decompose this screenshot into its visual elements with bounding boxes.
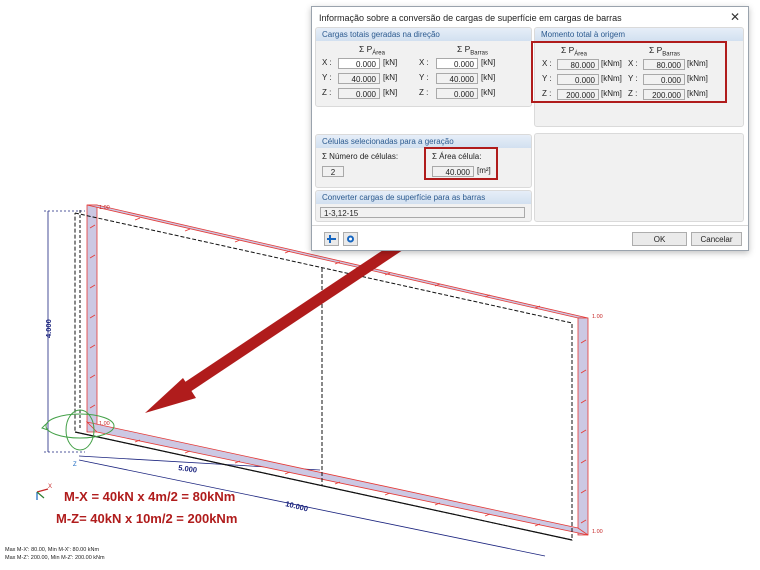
- dialog-title: Informação sobre a conversão de cargas d…: [319, 13, 622, 23]
- cell-count-field[interactable]: 2: [322, 166, 344, 177]
- total-x-area-field[interactable]: 0.000: [338, 58, 380, 69]
- axis-x-label: X: [48, 484, 52, 490]
- dim-height: 4.000: [44, 319, 53, 338]
- total-z-barras-field[interactable]: 0.000: [436, 88, 478, 99]
- status-line-2: Max M-Z': 200.00, Min M-Z': 200.00 kNm: [5, 555, 105, 561]
- moment-header: Momento total à origem: [535, 28, 743, 41]
- ok-button[interactable]: OK: [632, 232, 687, 246]
- cell-count-label: Σ Número de células:: [322, 152, 399, 161]
- load-value-top-right: 1.00: [592, 314, 603, 320]
- col-barras-label: Σ PBarras: [457, 44, 488, 57]
- convert-header: Converter cargas de superfície para as b…: [316, 191, 531, 204]
- row-y-label: Y :: [419, 73, 429, 82]
- surface-load: [85, 204, 589, 536]
- row-z-label: Z :: [419, 88, 429, 97]
- unit-label: [kN]: [481, 73, 496, 82]
- close-icon[interactable]: ✕: [727, 9, 743, 25]
- load-value-bottom-left: 1.00: [99, 421, 110, 427]
- area-highlight-box: [424, 147, 498, 180]
- total-y-barras-field[interactable]: 40.000: [436, 73, 478, 84]
- totals-group: Cargas totais geradas na direção Σ PÁrea…: [315, 27, 532, 107]
- row-x-label: X :: [419, 58, 429, 67]
- totals-header: Cargas totais geradas na direção: [316, 28, 531, 41]
- unit-label: [kN]: [383, 88, 398, 97]
- unit-label: [kN]: [383, 73, 398, 82]
- unit-label: [kN]: [383, 58, 398, 67]
- view-icon[interactable]: [343, 232, 358, 246]
- dim-mid: 5.000: [178, 463, 198, 475]
- total-x-barras-field[interactable]: 0.000: [436, 58, 478, 69]
- row-z-label: Z :: [322, 88, 332, 97]
- total-z-area-field[interactable]: 0.000: [338, 88, 380, 99]
- row-x-label: X :: [322, 58, 332, 67]
- formula-mx: M-X = 40kN x 4m/2 = 80kNm: [64, 489, 236, 504]
- pin-icon[interactable]: [324, 232, 339, 246]
- origin-axes: [36, 488, 49, 500]
- conversion-info-dialog: Informação sobre a conversão de cargas d…: [311, 6, 749, 251]
- unit-label: [kN]: [481, 88, 496, 97]
- moment-highlight-box: [531, 41, 727, 103]
- formula-mz: M-Z= 40kN x 10m/2 = 200kNm: [56, 511, 238, 526]
- dim-total: 10.000: [285, 499, 309, 513]
- row-y-label: Y :: [322, 73, 332, 82]
- footer-divider: [312, 225, 748, 226]
- total-y-area-field[interactable]: 40.000: [338, 73, 380, 84]
- cancel-button[interactable]: Cancelar: [691, 232, 742, 246]
- right-empty-panel: [534, 133, 744, 222]
- convert-group: Converter cargas de superfície para as b…: [315, 190, 532, 222]
- axis-z-label: Z: [73, 462, 77, 468]
- convert-members-field[interactable]: 1-3,12-15: [320, 207, 525, 218]
- unit-label: [kN]: [481, 58, 496, 67]
- status-line-1: Max M-X': 80.00, Min M-X': 80.00 kNm: [5, 547, 100, 553]
- col-area-label: Σ PÁrea: [359, 44, 385, 57]
- load-value-bottom-right: 1.00: [592, 529, 603, 535]
- load-value-top-left: 1.00: [99, 205, 110, 211]
